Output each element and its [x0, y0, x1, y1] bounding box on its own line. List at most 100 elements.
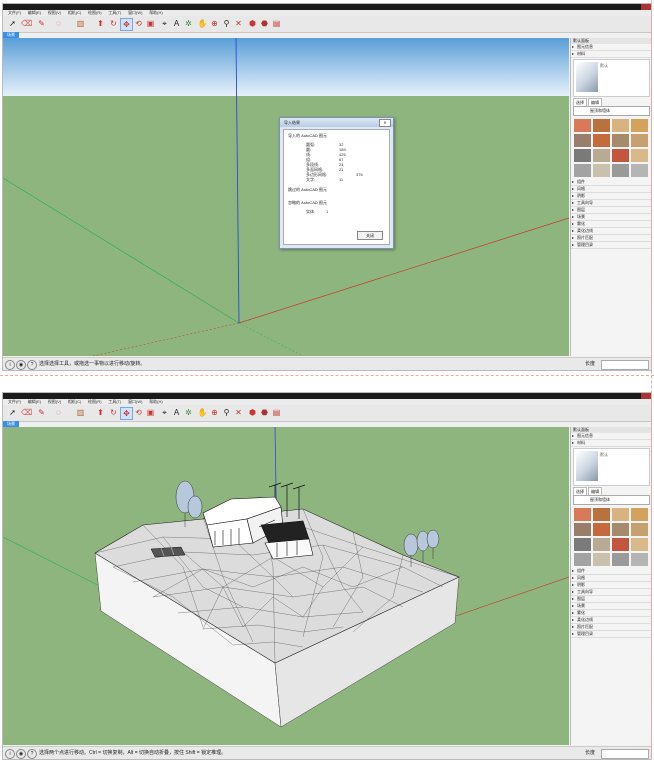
close-dialog-button[interactable]: 关闭: [357, 231, 383, 240]
pencil-icon[interactable]: ✎: [36, 407, 47, 418]
orbit-icon[interactable]: ✋: [197, 18, 208, 29]
material-tile[interactable]: [612, 149, 629, 162]
extension-icon[interactable]: ⬣: [259, 18, 270, 29]
material-tile[interactable]: [574, 134, 591, 147]
material-tile[interactable]: [574, 538, 591, 551]
material-tile[interactable]: [574, 508, 591, 521]
material-tile[interactable]: [631, 134, 648, 147]
material-tile[interactable]: [631, 164, 648, 177]
material-tile[interactable]: [631, 119, 648, 132]
follow-icon[interactable]: ⟲: [133, 407, 144, 418]
axes-icon[interactable]: ✲: [183, 407, 194, 418]
panel-soften-edges[interactable]: 柔化边线: [571, 617, 651, 624]
paint-icon[interactable]: ▥: [75, 407, 86, 418]
panel-layers[interactable]: 图层: [571, 207, 651, 214]
material-tile[interactable]: [593, 134, 610, 147]
measurements-input[interactable]: [601, 749, 649, 759]
material-tile[interactable]: [593, 164, 610, 177]
panel-components[interactable]: 组件: [571, 179, 651, 186]
orbit-icon[interactable]: ✋: [197, 407, 208, 418]
extents-icon[interactable]: ✕: [233, 18, 244, 29]
model-viewport[interactable]: 导入结果 ✕ 导入的 AutoCAD 图元 圆弧: 32 圆: 189 线: 4…: [3, 38, 569, 356]
material-tile[interactable]: [631, 523, 648, 536]
pan-icon[interactable]: ⊕: [209, 407, 220, 418]
eraser-icon[interactable]: ⌫: [21, 18, 32, 29]
tape-icon[interactable]: ⌖: [159, 407, 170, 418]
shape-icon[interactable]: ◌: [53, 407, 64, 418]
panel-fog[interactable]: 雾化: [571, 221, 651, 228]
material-tile[interactable]: [593, 119, 610, 132]
panel-match-photo[interactable]: 照片匹配: [571, 624, 651, 631]
follow-icon[interactable]: ⟲: [133, 18, 144, 29]
panel-scenes[interactable]: 场景: [571, 603, 651, 610]
tape-icon[interactable]: ⌖: [159, 18, 170, 29]
panel-soften-edges[interactable]: 柔化边线: [571, 228, 651, 235]
text-icon[interactable]: A: [171, 407, 182, 418]
measurements-input[interactable]: [601, 360, 649, 370]
material-tile[interactable]: [612, 164, 629, 177]
material-tile[interactable]: [574, 523, 591, 536]
panel-styles[interactable]: 风格: [571, 186, 651, 193]
material-tile[interactable]: [631, 553, 648, 566]
panel-layers[interactable]: 图层: [571, 596, 651, 603]
extension-icon[interactable]: ⬣: [259, 407, 270, 418]
rotate-icon[interactable]: ↻: [108, 18, 119, 29]
panel-shadows[interactable]: 阴影: [571, 193, 651, 200]
help-icon[interactable]: ?: [27, 749, 37, 759]
zoom-icon[interactable]: ⚲: [221, 18, 232, 29]
dialog-close-icon[interactable]: ✕: [379, 119, 391, 127]
geolocation-icon[interactable]: ◉: [16, 360, 26, 370]
material-tile[interactable]: [593, 553, 610, 566]
panel-scenes[interactable]: 场景: [571, 214, 651, 221]
info-icon[interactable]: i: [5, 749, 15, 759]
material-tile[interactable]: [612, 538, 629, 551]
move-icon[interactable]: ✥: [120, 407, 133, 420]
select-icon[interactable]: ➚: [7, 18, 18, 29]
panel-shadows[interactable]: 阴影: [571, 582, 651, 589]
library-select[interactable]: 屋顶和墙体: [573, 106, 650, 116]
material-tile[interactable]: [574, 149, 591, 162]
panel-outliner[interactable]: 管理目录: [571, 631, 651, 638]
material-tile[interactable]: [593, 149, 610, 162]
material-tile[interactable]: [612, 508, 629, 521]
zoom-icon[interactable]: ⚲: [221, 407, 232, 418]
scale-icon[interactable]: ▣: [145, 407, 156, 418]
material-tile[interactable]: [631, 508, 648, 521]
material-tile[interactable]: [612, 134, 629, 147]
panel-styles[interactable]: 风格: [571, 575, 651, 582]
warehouse-icon[interactable]: ⬢: [247, 407, 258, 418]
move-icon[interactable]: ✥: [120, 18, 133, 31]
panel-instructor[interactable]: 工具向导: [571, 200, 651, 207]
panel-components[interactable]: 组件: [571, 568, 651, 575]
panel-instructor[interactable]: 工具向导: [571, 589, 651, 596]
panel-materials[interactable]: 材料: [571, 440, 651, 447]
material-tile[interactable]: [574, 553, 591, 566]
panel-match-photo[interactable]: 照片匹配: [571, 235, 651, 242]
layout-icon[interactable]: ▤: [271, 18, 282, 29]
panel-entity-info[interactable]: 图元信息: [571, 433, 651, 440]
material-tile[interactable]: [612, 523, 629, 536]
layout-icon[interactable]: ▤: [271, 407, 282, 418]
material-tile[interactable]: [612, 553, 629, 566]
eraser-icon[interactable]: ⌫: [21, 407, 32, 418]
select-icon[interactable]: ➚: [7, 407, 18, 418]
paint-icon[interactable]: ▥: [75, 18, 86, 29]
material-tile[interactable]: [612, 119, 629, 132]
panel-fog[interactable]: 雾化: [571, 610, 651, 617]
library-select[interactable]: 屋顶和墙体: [573, 495, 650, 505]
geolocation-icon[interactable]: ◉: [16, 749, 26, 759]
material-tile[interactable]: [631, 538, 648, 551]
panel-outliner[interactable]: 管理目录: [571, 242, 651, 249]
axes-icon[interactable]: ✲: [183, 18, 194, 29]
info-icon[interactable]: i: [5, 360, 15, 370]
material-tile[interactable]: [574, 164, 591, 177]
extents-icon[interactable]: ✕: [233, 407, 244, 418]
rotate-icon[interactable]: ↻: [108, 407, 119, 418]
material-tile[interactable]: [593, 538, 610, 551]
pushpull-icon[interactable]: ⬆: [95, 18, 106, 29]
panel-entity-info[interactable]: 图元信息: [571, 44, 651, 51]
panel-materials[interactable]: 材料: [571, 51, 651, 58]
material-tile[interactable]: [593, 523, 610, 536]
help-icon[interactable]: ?: [27, 360, 37, 370]
warehouse-icon[interactable]: ⬢: [247, 18, 258, 29]
